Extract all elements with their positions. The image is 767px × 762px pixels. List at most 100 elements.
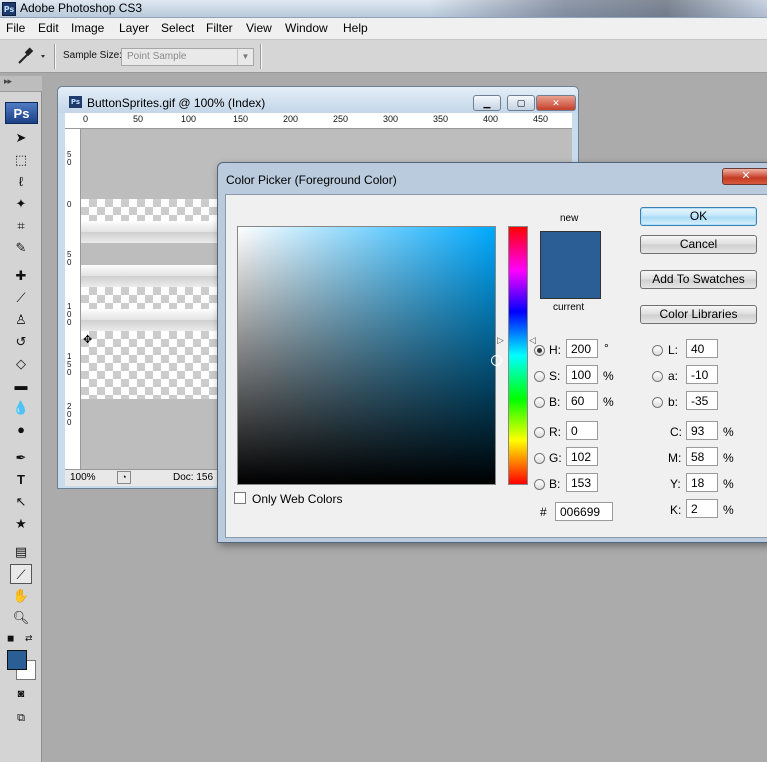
transparent-region xyxy=(81,331,219,399)
menu-layer[interactable]: Layer xyxy=(119,21,149,35)
default-colors-icon[interactable]: ◼ xyxy=(7,633,14,644)
hue-slider-right-arrow-icon[interactable]: ◁ xyxy=(529,335,536,346)
horizontal-ruler: 0 50 100 150 200 250 300 350 400 450 xyxy=(65,113,572,129)
slice-icon[interactable]: ✎ xyxy=(10,238,32,258)
eraser-icon[interactable]: ◇ xyxy=(10,354,32,374)
current-color-label: current xyxy=(553,302,585,313)
quick-mask-icon[interactable]: ◙ xyxy=(10,684,32,704)
pen-icon[interactable]: ✒ xyxy=(10,448,32,468)
stamp-icon[interactable]: ♙ xyxy=(10,310,32,330)
menu-image[interactable]: Image xyxy=(71,21,104,35)
swap-colors-icon[interactable]: ⇄ xyxy=(25,633,33,644)
notes-icon[interactable]: ▤ xyxy=(10,542,32,562)
healing-icon[interactable]: ✚ xyxy=(10,266,32,286)
lasso-icon[interactable]: ℓ xyxy=(10,172,32,192)
color-field[interactable] xyxy=(237,226,502,485)
black-field[interactable]: 2 xyxy=(686,499,718,518)
lab-l-radio[interactable] xyxy=(652,345,663,356)
only-web-colors-checkbox[interactable] xyxy=(234,492,246,504)
zoom-icon[interactable]: 🔍︎ xyxy=(10,608,32,628)
saturation-field[interactable]: 100 xyxy=(566,365,598,384)
menu-select[interactable]: Select xyxy=(161,21,194,35)
hand-icon[interactable]: ✋ xyxy=(10,586,32,606)
blue-field[interactable]: 153 xyxy=(566,473,598,492)
red-radio[interactable] xyxy=(534,427,545,438)
close-icon: ✕ xyxy=(552,98,560,108)
move-cursor-icon: ✥ xyxy=(83,334,93,346)
shape-icon[interactable]: ★ xyxy=(10,514,32,534)
hue-radio[interactable] xyxy=(534,345,545,356)
hue-slider-left-arrow-icon[interactable]: ▷ xyxy=(497,335,504,346)
lab-a-field[interactable]: -10 xyxy=(686,365,718,384)
marquee-icon[interactable]: ⬚ xyxy=(10,150,32,170)
ruler-tick-label: 150 xyxy=(233,114,249,124)
menu-window[interactable]: Window xyxy=(285,21,328,35)
lab-b-field[interactable]: -35 xyxy=(686,391,718,410)
green-radio[interactable] xyxy=(534,453,545,464)
menu-edit[interactable]: Edit xyxy=(38,21,59,35)
history-brush-icon[interactable]: ↺ xyxy=(10,332,32,352)
screen-mode-icon[interactable]: ⧉ xyxy=(10,708,32,728)
app-title-bar: Ps Adobe Photoshop CS3 xyxy=(0,0,767,18)
add-to-swatches-button[interactable]: Add To Swatches xyxy=(640,270,757,289)
move-icon[interactable]: ➤ xyxy=(10,128,32,148)
ruler-tick-label: 100 xyxy=(181,114,197,124)
photoshop-logo[interactable]: Ps xyxy=(5,102,38,124)
hue-slider[interactable] xyxy=(508,226,528,485)
magenta-unit: % xyxy=(723,451,734,465)
magenta-field[interactable]: 58 xyxy=(686,447,718,466)
eyedropper-icon[interactable]: ⟋ xyxy=(10,564,32,584)
close-button[interactable]: ✕ xyxy=(536,95,576,111)
tools-panel-grip[interactable]: ▸▸ xyxy=(0,76,42,92)
blur-icon[interactable]: 💧 xyxy=(10,398,32,418)
gradient-icon[interactable]: ▬ xyxy=(10,376,32,396)
brightness-radio[interactable] xyxy=(534,397,545,408)
expand-icon[interactable]: ▸▸ xyxy=(4,76,12,87)
hue-label: H: xyxy=(549,343,561,357)
yellow-field[interactable]: 18 xyxy=(686,473,718,492)
color-field-selector[interactable] xyxy=(491,355,502,366)
foreground-color-swatch[interactable] xyxy=(7,650,27,670)
dodge-icon[interactable]: ● xyxy=(10,420,32,440)
minimize-button[interactable]: ▁ xyxy=(473,95,501,111)
menu-file[interactable]: File xyxy=(6,21,25,35)
brush-icon[interactable]: ⟋ xyxy=(10,288,32,308)
saturation-radio[interactable] xyxy=(534,371,545,382)
green-field[interactable]: 102 xyxy=(566,447,598,466)
path-select-icon[interactable]: ↖ xyxy=(10,492,32,512)
menu-help[interactable]: Help xyxy=(343,21,368,35)
tool-preset-picker[interactable] xyxy=(10,45,48,67)
chevron-down-icon: ▼ xyxy=(237,49,253,65)
menu-view[interactable]: View xyxy=(246,21,272,35)
hue-field[interactable]: 200 xyxy=(566,339,598,358)
lab-l-field[interactable]: 40 xyxy=(686,339,718,358)
red-field[interactable]: 0 xyxy=(566,421,598,440)
menu-filter[interactable]: Filter xyxy=(206,21,233,35)
type-icon[interactable]: T xyxy=(10,470,32,490)
blue-radio[interactable] xyxy=(534,479,545,490)
hex-field[interactable]: 006699 xyxy=(555,502,613,521)
lab-b-label: b: xyxy=(668,395,679,409)
saturation-unit: % xyxy=(603,369,614,383)
cancel-button[interactable]: Cancel xyxy=(640,235,757,254)
color-libraries-button[interactable]: Color Libraries xyxy=(640,305,757,324)
cyan-field[interactable]: 93 xyxy=(686,421,718,440)
document-title-bar[interactable]: Ps ButtonSprites.gif @ 100% (Index) ▁ ▢ … xyxy=(58,87,578,113)
brightness-unit: % xyxy=(603,395,614,409)
status-menu-icon[interactable]: ◔ xyxy=(117,471,131,484)
close-icon: ✕ xyxy=(741,170,751,182)
zoom-level[interactable]: 100% xyxy=(70,472,96,483)
lab-a-radio[interactable] xyxy=(652,371,663,382)
doc-info: Doc: 156 xyxy=(173,472,214,483)
lab-b-radio[interactable] xyxy=(652,397,663,408)
brightness-field[interactable]: 60 xyxy=(566,391,598,410)
eyedropper-icon xyxy=(18,47,45,64)
button-sprite xyxy=(81,221,219,243)
dialog-close-button[interactable]: ✕ xyxy=(722,168,767,185)
crop-icon[interactable]: ⌗ xyxy=(10,216,32,236)
sample-size-select[interactable]: Point Sample ▼ xyxy=(121,48,254,66)
app-title: Adobe Photoshop CS3 xyxy=(20,1,143,15)
magic-wand-icon[interactable]: ✦ xyxy=(10,194,32,214)
maximize-button[interactable]: ▢ xyxy=(507,95,535,111)
ok-button[interactable]: OK xyxy=(640,207,757,226)
